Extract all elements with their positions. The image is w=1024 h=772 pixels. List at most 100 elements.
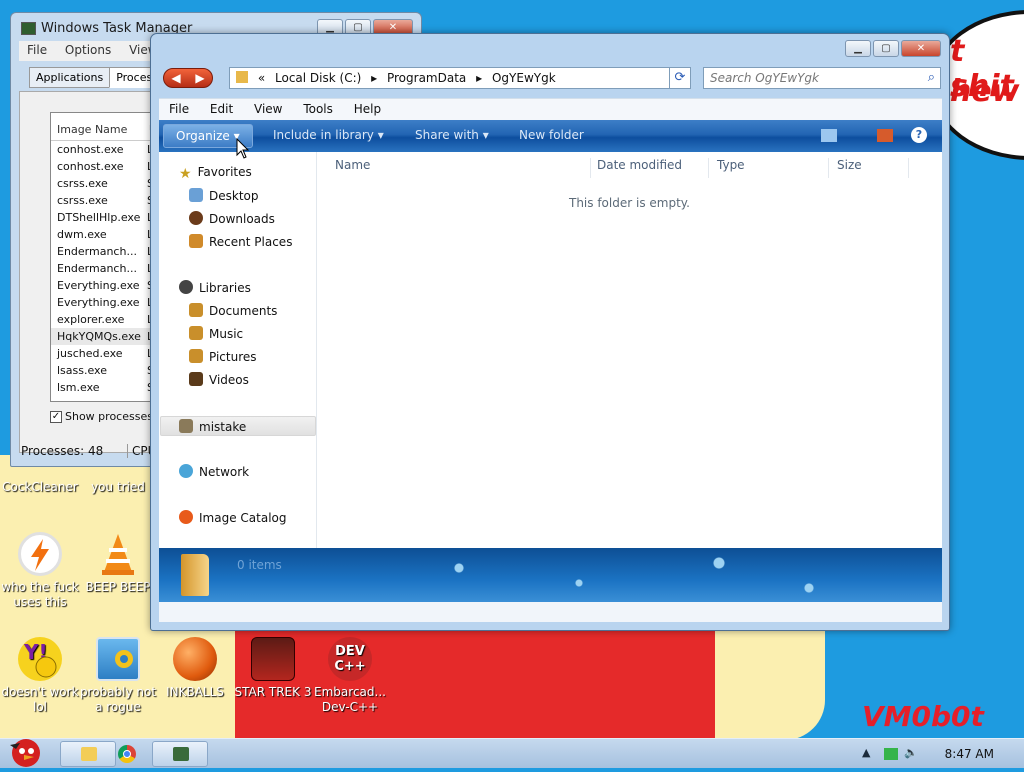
taskbar-taskmgr-button[interactable] [152, 741, 208, 767]
explorer-window[interactable]: ▁ ▢ ✕ ◀ ▶ « Local Disk (C:) ▸ ProgramData ▸… [150, 33, 950, 631]
nav-network[interactable]: Network [179, 464, 249, 479]
nav-music[interactable]: Music [189, 326, 243, 341]
column-type[interactable]: Type [713, 158, 829, 178]
start-button[interactable] [4, 733, 44, 769]
process-name: lsass.exe [57, 364, 107, 377]
nav-desktop[interactable]: Desktop [189, 188, 259, 203]
tab-applications[interactable]: Applications [29, 67, 111, 88]
maximize-button[interactable]: ▢ [873, 40, 899, 57]
new-folder-button[interactable]: New folder [519, 128, 584, 142]
column-name[interactable]: Name [331, 158, 591, 178]
nav-pictures[interactable]: Pictures [189, 349, 257, 364]
watermark: VM0b0t [862, 700, 984, 733]
search-input[interactable]: Search OgYEwYgk ⌕ [703, 67, 941, 89]
desktop-icon-star-trek-3[interactable]: STAR TREK 3 [233, 637, 313, 700]
nav-pictures-label: Pictures [209, 350, 257, 364]
nav-network-label: Network [199, 465, 250, 479]
process-name: Endermanch... [57, 262, 137, 275]
column-date-modified[interactable]: Date modified [593, 158, 709, 178]
forward-button[interactable]: ▶ [188, 69, 212, 87]
include-in-library-button[interactable]: Include in library ▾ [273, 128, 384, 142]
network-status-icon[interactable] [884, 748, 898, 760]
menu-options[interactable]: Options [65, 43, 111, 57]
nav-downloads[interactable]: Downloads [189, 211, 275, 226]
breadcrumb-local-disk[interactable]: Local Disk (C:) [275, 71, 361, 85]
nav-mistake-label: mistake [199, 420, 247, 434]
menu-file[interactable]: File [27, 43, 47, 57]
nav-videos[interactable]: Videos [189, 372, 249, 387]
nav-documents[interactable]: Documents [189, 303, 277, 318]
refresh-button[interactable]: ⟳ [669, 67, 691, 89]
process-name: explorer.exe [57, 313, 125, 326]
desktop-icon-dev-cpp[interactable]: DEV C++ Embarcad... Dev-C++ [310, 637, 390, 715]
menu-file[interactable]: File [169, 102, 189, 116]
help-icon[interactable]: ? [911, 127, 927, 143]
command-bar: Organize ▾ Include in library ▾ Share wi… [159, 120, 942, 152]
desktop-icon-you-tried[interactable]: you tried [78, 480, 158, 495]
view-options-icon[interactable] [821, 129, 837, 142]
desktop-icon-beep-beep[interactable]: BEEP BEEP [78, 532, 158, 595]
vlc-cone-icon [96, 532, 140, 576]
nav-image-catalog[interactable]: Image Catalog [179, 510, 286, 525]
menu-view[interactable]: View [254, 102, 282, 116]
nav-music-label: Music [209, 327, 244, 341]
desktop-icon-label: probably not a rogue [79, 685, 157, 714]
menu-tools[interactable]: Tools [303, 102, 333, 116]
libraries-icon [179, 280, 193, 294]
breadcrumb-arrow-icon: ▸ [476, 71, 483, 85]
desktop-icon-doesnt-work[interactable]: Y! doesn't work lol [0, 637, 80, 715]
monitor-gear-icon [96, 637, 140, 681]
task-manager-icon [21, 22, 36, 35]
process-name: Endermanch... [57, 245, 137, 258]
breadcrumb-current-folder[interactable]: OgYEwYgk [492, 71, 556, 85]
process-name: csrss.exe [57, 194, 108, 207]
checkbox-check-icon: ✓ [50, 411, 62, 423]
dev-cpp-icon: DEV C++ [328, 637, 372, 681]
file-list[interactable]: Name Date modified Type Size This folder… [317, 152, 942, 548]
recent-places-icon [189, 234, 203, 248]
breadcrumb-chevron[interactable]: « [258, 71, 265, 85]
taskbar-explorer-button[interactable] [60, 741, 116, 767]
taskbar-chrome-button[interactable] [118, 745, 136, 763]
menu-edit[interactable]: Edit [210, 102, 233, 116]
process-name: jusched.exe [57, 347, 123, 360]
desktop-icon-probably-not-a-rogue[interactable]: probably not a rogue [78, 637, 158, 715]
nav-downloads-label: Downloads [209, 212, 275, 226]
desktop-icon-label: who the fuck uses this [1, 580, 79, 609]
nav-favorites[interactable]: ★ Favorites [179, 165, 252, 182]
task-manager-icon [173, 747, 189, 761]
dropdown-arrow-icon: ▾ [377, 128, 384, 142]
close-button[interactable]: ✕ [901, 40, 941, 57]
desktop-icon-label: CockCleaner [2, 480, 78, 494]
lightning-icon [18, 532, 62, 576]
address-bar[interactable]: « Local Disk (C:) ▸ ProgramData ▸ OgYEwY… [229, 67, 689, 89]
volume-icon[interactable]: 🔈 [904, 746, 918, 759]
nav-recent-places[interactable]: Recent Places [189, 234, 292, 249]
process-name: HqkYQMQs.exe [57, 330, 141, 343]
desktop-icon-who-the-fuck[interactable]: who the fuck uses this [0, 532, 80, 610]
desktop-icon-cockcleaner[interactable]: CockCleaner [0, 480, 80, 495]
nav-libraries-label: Libraries [199, 281, 251, 295]
nav-libraries[interactable]: Libraries [179, 280, 251, 295]
minimize-button[interactable]: ▁ [845, 40, 871, 57]
menu-help[interactable]: Help [354, 102, 381, 116]
status-bar [159, 602, 942, 622]
desktop-icon-inkballs[interactable]: INKBALLS [155, 637, 235, 700]
share-with-button[interactable]: Share with ▾ [415, 128, 489, 142]
nav-favorites-label: Favorites [197, 165, 252, 179]
column-image-name[interactable]: Image Name [57, 123, 127, 136]
nav-mistake[interactable]: mistake [160, 416, 316, 436]
documents-icon [189, 303, 203, 317]
process-name: dwm.exe [57, 228, 107, 241]
process-name: lsm.exe [57, 381, 100, 394]
column-size[interactable]: Size [833, 158, 909, 178]
search-placeholder: Search OgYEwYgk [710, 71, 819, 85]
taskbar: ▲ 🔈 8:47 AM [0, 738, 1024, 768]
show-hidden-icons-icon[interactable]: ▲ [862, 746, 870, 759]
preview-pane-icon[interactable] [877, 129, 893, 142]
clock[interactable]: 8:47 AM [945, 747, 994, 761]
breadcrumb-programdata[interactable]: ProgramData [387, 71, 466, 85]
include-label: Include in library [273, 128, 374, 142]
back-button[interactable]: ◀ [164, 69, 188, 87]
search-icon: ⌕ [927, 70, 935, 85]
